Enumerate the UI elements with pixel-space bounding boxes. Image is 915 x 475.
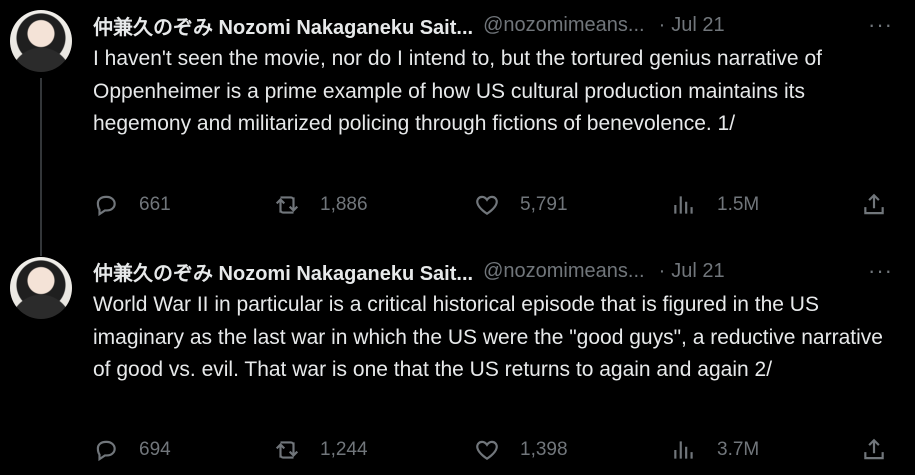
more-options-icon[interactable]: ··· xyxy=(868,10,893,40)
tweet-actions: 694 1,244 1,398 3.7M xyxy=(93,435,893,465)
author-name[interactable]: 仲兼久のぞみ Nozomi Nakaganeku Sait... xyxy=(93,257,473,286)
like-count: 5,791 xyxy=(520,194,568,215)
retweet-count: 1,886 xyxy=(320,194,368,215)
share-button[interactable] xyxy=(861,435,887,465)
author-name[interactable]: 仲兼久のぞみ Nozomi Nakaganeku Sait... xyxy=(93,11,473,40)
tweet-actions: 661 1,886 5,791 1.5M xyxy=(93,190,893,220)
views-icon xyxy=(674,441,693,459)
share-icon xyxy=(864,438,884,460)
tweet-date[interactable]: Jul 21 xyxy=(671,14,724,37)
tweet-date[interactable]: Jul 21 xyxy=(671,260,724,283)
views-count: 1.5M xyxy=(717,194,760,215)
tweet-text: World War II in particular is a critical… xyxy=(93,293,883,381)
separator-dot: · xyxy=(658,259,666,282)
reply-button[interactable]: 694 xyxy=(93,435,171,465)
like-button[interactable]: 1,398 xyxy=(474,435,568,465)
avatar[interactable] xyxy=(10,10,72,72)
share-button[interactable] xyxy=(861,190,887,220)
retweet-count: 1,244 xyxy=(320,439,368,460)
separator-dot: · xyxy=(658,13,666,36)
retweet-icon xyxy=(275,196,299,214)
tweet[interactable]: 仲兼久のぞみ Nozomi Nakaganeku Sait... @nozomi… xyxy=(0,248,915,475)
heart-icon xyxy=(476,440,498,460)
tweet-text: I haven't seen the movie, nor do I inten… xyxy=(93,47,822,135)
tweet[interactable]: 仲兼久のぞみ Nozomi Nakaganeku Sait... @nozomi… xyxy=(0,0,915,248)
views-button[interactable]: 3.7M xyxy=(671,435,759,465)
tweet-header: 仲兼久のぞみ Nozomi Nakaganeku Sait... @nozomi… xyxy=(93,10,903,40)
more-options-icon[interactable]: ··· xyxy=(868,256,893,286)
reply-icon xyxy=(96,440,116,462)
retweet-button[interactable]: 1,244 xyxy=(274,435,368,465)
views-icon xyxy=(674,196,693,214)
reply-button[interactable]: 661 xyxy=(93,190,171,220)
avatar[interactable] xyxy=(10,257,72,319)
like-count: 1,398 xyxy=(520,439,568,460)
reply-count: 694 xyxy=(139,439,171,460)
author-handle[interactable]: @nozomimeans... xyxy=(483,14,644,37)
retweet-icon xyxy=(275,441,299,459)
reply-count: 661 xyxy=(139,194,171,215)
heart-icon xyxy=(476,195,498,215)
author-handle[interactable]: @nozomimeans... xyxy=(483,260,644,283)
like-button[interactable]: 5,791 xyxy=(474,190,568,220)
share-icon xyxy=(864,193,884,215)
reply-icon xyxy=(96,195,116,217)
views-count: 3.7M xyxy=(717,439,760,460)
retweet-button[interactable]: 1,886 xyxy=(274,190,368,220)
tweet-header: 仲兼久のぞみ Nozomi Nakaganeku Sait... @nozomi… xyxy=(93,256,903,286)
views-button[interactable]: 1.5M xyxy=(671,190,759,220)
